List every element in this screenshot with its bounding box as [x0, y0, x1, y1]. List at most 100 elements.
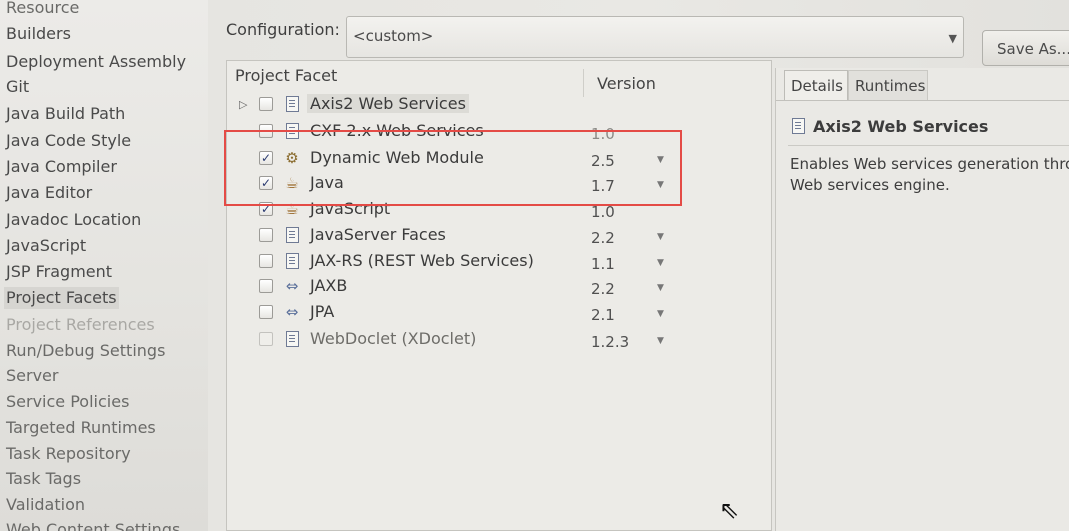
- facet-checkbox[interactable]: ✓: [259, 202, 273, 216]
- sidebar-item-task-tags[interactable]: Task Tags: [4, 468, 83, 490]
- table-row[interactable]: ✓ ☕ Java 1.7 ▼: [227, 173, 771, 198]
- sidebar-item-java-build-path[interactable]: Java Build Path: [4, 103, 127, 125]
- table-row[interactable]: ✓ ☕ JavaScript 1.0: [227, 199, 771, 224]
- sidebar-item-resource[interactable]: Resource: [4, 0, 81, 19]
- facet-version[interactable]: 2.2: [591, 229, 615, 247]
- facet-checkbox[interactable]: ✓: [259, 176, 273, 190]
- column-header-project-facet[interactable]: Project Facet: [235, 66, 337, 85]
- sidebar-item-run-debug-settings[interactable]: Run/Debug Settings: [4, 340, 167, 362]
- sidebar-item-service-policies[interactable]: Service Policies: [4, 391, 131, 413]
- arrows-icon: ⇔: [285, 303, 299, 321]
- document-icon: [792, 118, 805, 134]
- facet-checkbox[interactable]: [259, 332, 273, 346]
- facet-name: Java: [310, 173, 344, 192]
- facet-checkbox[interactable]: [259, 124, 273, 138]
- sidebar-item-web-content-settings[interactable]: Web Content Settings: [4, 519, 182, 531]
- facet-version[interactable]: 1.2.3: [591, 333, 629, 351]
- sidebar-item-jsp-fragment[interactable]: JSP Fragment: [4, 261, 114, 283]
- table-row[interactable]: CXF 2.x Web Services 1.0: [227, 121, 771, 146]
- chevron-down-icon: ▼: [948, 32, 957, 45]
- sidebar-item-deployment-assembly[interactable]: Deployment Assembly: [4, 51, 188, 73]
- facet-name: Axis2 Web Services: [307, 94, 469, 113]
- sidebar-item-java-code-style[interactable]: Java Code Style: [4, 130, 133, 152]
- save-as-button[interactable]: Save As...: [982, 30, 1069, 66]
- sidebar-item-javascript[interactable]: JavaScript: [4, 235, 88, 257]
- facet-version: 1.0: [591, 125, 615, 143]
- table-row[interactable]: WebDoclet (XDoclet) 1.2.3 ▼: [227, 329, 771, 354]
- table-row[interactable]: ⇔ JAXB 2.2 ▼: [227, 276, 771, 301]
- chevron-down-icon[interactable]: ▼: [657, 180, 664, 190]
- chevron-down-icon[interactable]: ▼: [657, 336, 664, 346]
- configuration-label: Configuration:: [226, 20, 340, 39]
- project-facets-page: Configuration: <custom> ▼ Save As... Pro…: [208, 0, 1069, 531]
- facet-name: JavaServer Faces: [310, 225, 446, 244]
- chevron-down-icon[interactable]: ▼: [657, 155, 664, 165]
- sidebar-item-project-references[interactable]: Project References: [4, 314, 157, 336]
- table-row[interactable]: ⇔ JPA 2.1 ▼: [227, 302, 771, 327]
- details-title: Axis2 Web Services: [792, 116, 988, 136]
- facet-table: Project Facet Version ▷ Axis2 Web Servic…: [226, 60, 772, 531]
- facet-version[interactable]: 1.7: [591, 177, 615, 195]
- details-description: Enables Web services generation thro Web…: [790, 154, 1069, 196]
- column-header-version[interactable]: Version: [597, 74, 656, 93]
- sidebar-item-git[interactable]: Git: [4, 76, 31, 98]
- properties-category-tree: Resource Builders Deployment Assembly Gi…: [0, 0, 209, 531]
- document-icon: [282, 225, 302, 245]
- facet-name: JavaScript: [310, 199, 391, 218]
- details-divider: [788, 145, 1069, 146]
- javascript-icon: ☕: [285, 200, 299, 218]
- facet-checkbox[interactable]: ✓: [259, 151, 273, 165]
- tab-details[interactable]: Details: [784, 70, 848, 100]
- chevron-down-icon[interactable]: ▼: [657, 309, 664, 319]
- details-panel: Details Runtimes Axis2 Web Services Enab…: [775, 68, 1069, 531]
- sidebar-item-javadoc-location[interactable]: Javadoc Location: [4, 209, 143, 231]
- sidebar-item-targeted-runtimes[interactable]: Targeted Runtimes: [4, 417, 158, 439]
- arrows-icon: ⇔: [285, 277, 299, 295]
- sidebar-item-validation[interactable]: Validation: [4, 494, 87, 516]
- facet-name: Dynamic Web Module: [310, 148, 484, 167]
- details-description-line: Enables Web services generation thro: [790, 155, 1069, 173]
- chevron-down-icon[interactable]: ▼: [657, 232, 664, 242]
- sidebar-item-java-compiler[interactable]: Java Compiler: [4, 156, 119, 178]
- web-module-icon: ⚙: [285, 149, 299, 167]
- table-row[interactable]: JAX-RS (REST Web Services) 1.1 ▼: [227, 251, 771, 276]
- facet-version: 1.0: [591, 203, 615, 221]
- facet-version[interactable]: 2.1: [591, 306, 615, 324]
- details-description-line: Web services engine.: [790, 176, 950, 194]
- facet-version[interactable]: 2.2: [591, 280, 615, 298]
- mouse-pointer-icon: ⇖: [719, 496, 740, 524]
- facet-checkbox[interactable]: [259, 305, 273, 319]
- chevron-down-icon[interactable]: ▼: [657, 258, 664, 268]
- table-row[interactable]: ✓ ⚙ Dynamic Web Module 2.5 ▼: [227, 148, 771, 173]
- document-icon: [282, 121, 302, 141]
- column-divider: [583, 69, 584, 97]
- table-row[interactable]: JavaServer Faces 2.2 ▼: [227, 225, 771, 250]
- facet-name: CXF 2.x Web Services: [310, 121, 484, 140]
- facet-name: WebDoclet (XDoclet): [310, 329, 477, 348]
- sidebar-item-project-facets[interactable]: Project Facets: [4, 287, 119, 309]
- facet-name: JPA: [310, 302, 335, 321]
- sidebar-item-builders[interactable]: Builders: [4, 23, 73, 45]
- sidebar-item-server[interactable]: Server: [4, 365, 60, 387]
- facet-name: JAXB: [310, 276, 348, 295]
- document-icon: [282, 94, 302, 114]
- facet-checkbox[interactable]: [259, 97, 273, 111]
- table-row[interactable]: ▷ Axis2 Web Services: [227, 94, 771, 119]
- facet-version[interactable]: 2.5: [591, 152, 615, 170]
- sidebar-item-java-editor[interactable]: Java Editor: [4, 182, 94, 204]
- chevron-down-icon[interactable]: ▼: [657, 283, 664, 293]
- facet-checkbox[interactable]: [259, 279, 273, 293]
- document-icon: [282, 251, 302, 271]
- java-icon: ☕: [285, 174, 299, 192]
- sidebar-item-task-repository[interactable]: Task Repository: [4, 443, 133, 465]
- tab-divider: [776, 100, 1069, 101]
- expand-arrow-icon[interactable]: ▷: [239, 98, 247, 111]
- tab-runtimes[interactable]: Runtimes: [848, 70, 928, 100]
- facet-version[interactable]: 1.1: [591, 255, 615, 273]
- document-icon: [282, 329, 302, 349]
- facet-checkbox[interactable]: [259, 228, 273, 242]
- facet-name: JAX-RS (REST Web Services): [310, 251, 534, 270]
- configuration-select[interactable]: <custom> ▼: [346, 16, 964, 58]
- details-title-text: Axis2 Web Services: [813, 117, 989, 136]
- facet-checkbox[interactable]: [259, 254, 273, 268]
